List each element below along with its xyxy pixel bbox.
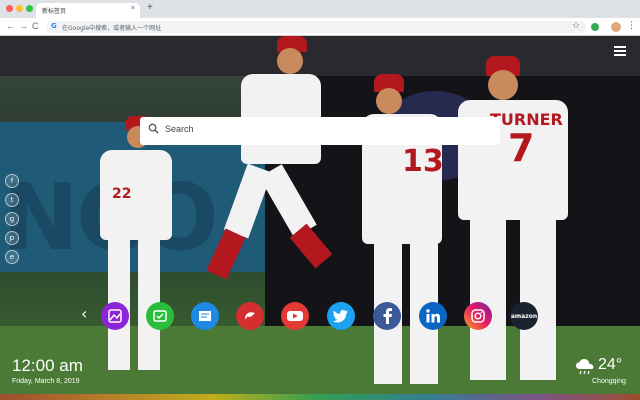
new-tab-button[interactable]: + bbox=[147, 3, 153, 13]
background-stands bbox=[0, 36, 640, 76]
side-facebook-icon[interactable]: f bbox=[5, 174, 19, 188]
dock-prev-arrow[interactable]: ‹ bbox=[81, 306, 87, 322]
weather-temperature: 24° bbox=[598, 356, 623, 373]
dock-twitter-icon[interactable] bbox=[327, 302, 355, 330]
dock-facebook-icon[interactable] bbox=[373, 302, 401, 330]
clock-date: Friday, March 8, 2019 bbox=[12, 378, 80, 385]
dock-mail-check-icon[interactable] bbox=[146, 302, 174, 330]
browser-tab-bar: 新标签页 × + bbox=[0, 0, 640, 18]
side-email-icon[interactable]: e bbox=[5, 250, 19, 264]
forward-button[interactable]: → bbox=[19, 21, 28, 32]
bottom-color-strip bbox=[0, 394, 640, 400]
google-icon: G bbox=[51, 22, 57, 30]
amazon-label: amazon bbox=[510, 312, 538, 320]
cloud-rain-icon bbox=[576, 359, 594, 375]
extension-icon[interactable] bbox=[591, 23, 599, 31]
dock-amazon-icon[interactable]: amazon bbox=[510, 302, 538, 330]
dock-instagram-icon[interactable] bbox=[464, 302, 492, 330]
dock-youtube-icon[interactable] bbox=[281, 302, 309, 330]
new-tab-page: NCO 22 13 TURNER 7 bbox=[0, 36, 640, 400]
dock-notes-icon[interactable] bbox=[191, 302, 219, 330]
side-google-icon[interactable]: g bbox=[5, 212, 19, 226]
browser-toolbar: ← → C G 在Google中搜索，或者输入一个网址 ☆ ⋮ bbox=[0, 18, 640, 36]
address-bar-placeholder: 在Google中搜索，或者输入一个网址 bbox=[62, 25, 162, 32]
dock-photos-icon[interactable] bbox=[101, 302, 129, 330]
profile-avatar[interactable] bbox=[611, 22, 621, 32]
side-pinterest-icon[interactable]: p bbox=[5, 231, 19, 245]
back-button[interactable]: ← bbox=[6, 21, 15, 32]
clock-time: 12:00 am bbox=[12, 356, 83, 375]
search-bar[interactable] bbox=[140, 117, 500, 145]
weather-city: Chongqing bbox=[592, 378, 626, 385]
bookmark-star-icon[interactable]: ☆ bbox=[572, 20, 580, 30]
page-menu-icon[interactable] bbox=[614, 46, 626, 56]
window-close-button[interactable] bbox=[6, 5, 13, 12]
browser-menu-icon[interactable]: ⋮ bbox=[627, 20, 636, 30]
address-bar[interactable]: G 在Google中搜索，或者输入一个网址 bbox=[46, 21, 586, 33]
window-minimize-button[interactable] bbox=[16, 5, 23, 12]
tab-title: 新标签页 bbox=[42, 8, 67, 15]
window-maximize-button[interactable] bbox=[26, 5, 33, 12]
search-input[interactable] bbox=[165, 124, 485, 134]
side-twitter-icon[interactable]: t bbox=[5, 193, 19, 207]
reload-button[interactable]: C bbox=[32, 21, 39, 32]
search-icon bbox=[148, 123, 159, 134]
tab-close-icon[interactable]: × bbox=[131, 5, 135, 12]
dock-games-icon[interactable] bbox=[236, 302, 264, 330]
dock-linkedin-icon[interactable] bbox=[419, 302, 447, 330]
browser-tab[interactable]: 新标签页 × bbox=[36, 3, 140, 18]
